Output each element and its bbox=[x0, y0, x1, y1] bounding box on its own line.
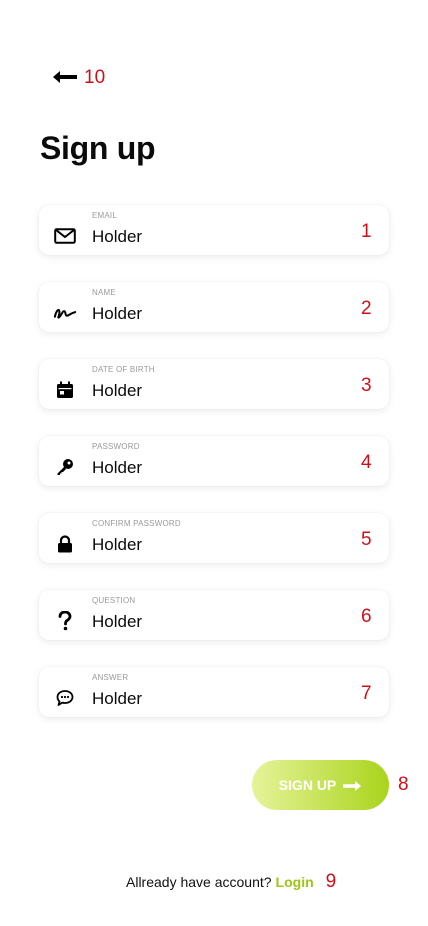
login-prompt-text: Allready have account? bbox=[126, 873, 272, 890]
confirm-password-field[interactable]: CONFIRM PASSWORD Holder 5 bbox=[39, 513, 389, 563]
field-value[interactable]: Holder bbox=[92, 535, 142, 555]
field-value[interactable]: Holder bbox=[92, 227, 142, 247]
field-value[interactable]: Holder bbox=[92, 612, 142, 632]
field-value[interactable]: Holder bbox=[92, 381, 142, 401]
annotation-label: 4 bbox=[361, 452, 372, 473]
login-link[interactable]: Login bbox=[276, 874, 314, 890]
field-label: DATE OF BIRTH bbox=[92, 365, 155, 374]
field-label: PASSWORD bbox=[92, 442, 140, 451]
field-value[interactable]: Holder bbox=[92, 689, 142, 709]
annotation-label: 7 bbox=[361, 683, 372, 704]
login-prompt: Allready have account? Login 9 bbox=[126, 872, 336, 891]
arrow-right-icon bbox=[342, 779, 362, 791]
field-label: ANSWER bbox=[92, 673, 129, 682]
annotation-label: 2 bbox=[361, 298, 372, 319]
back-row: 10 bbox=[52, 66, 105, 88]
chat-bubble-icon bbox=[53, 688, 77, 708]
field-value[interactable]: Holder bbox=[92, 458, 142, 478]
signature-icon bbox=[53, 303, 77, 323]
sign-up-button-label: SIGN UP bbox=[278, 777, 337, 793]
annotation-label: 1 bbox=[361, 221, 372, 242]
envelope-icon bbox=[53, 226, 77, 246]
name-field[interactable]: NAME Holder 2 bbox=[39, 282, 389, 332]
annotation-label: 10 bbox=[84, 66, 106, 88]
annotation-label: 5 bbox=[361, 529, 372, 550]
field-value[interactable]: Holder bbox=[92, 304, 142, 324]
answer-field[interactable]: ANSWER Holder 7 bbox=[39, 667, 389, 717]
question-mark-icon bbox=[53, 611, 77, 631]
key-icon bbox=[53, 457, 77, 477]
lock-icon bbox=[53, 534, 77, 554]
password-field[interactable]: PASSWORD Holder 4 bbox=[39, 436, 389, 486]
field-label: NAME bbox=[92, 288, 116, 297]
field-label: CONFIRM PASSWORD bbox=[92, 519, 181, 528]
email-field[interactable]: EMAIL Holder 1 bbox=[39, 205, 389, 255]
annotation-label: 8 bbox=[398, 774, 409, 795]
calendar-icon bbox=[53, 380, 77, 400]
arrow-left-icon[interactable] bbox=[52, 70, 78, 84]
annotation-label: 3 bbox=[361, 375, 372, 396]
question-field[interactable]: QUESTION Holder 6 bbox=[39, 590, 389, 640]
annotation-label: 6 bbox=[361, 606, 372, 627]
page-title: Sign up bbox=[40, 130, 156, 166]
date-of-birth-field[interactable]: DATE OF BIRTH Holder 3 bbox=[39, 359, 389, 409]
field-label: QUESTION bbox=[92, 596, 136, 605]
field-label: EMAIL bbox=[92, 211, 118, 220]
annotation-label: 9 bbox=[325, 871, 337, 892]
sign-up-button[interactable]: SIGN UP bbox=[252, 760, 389, 810]
